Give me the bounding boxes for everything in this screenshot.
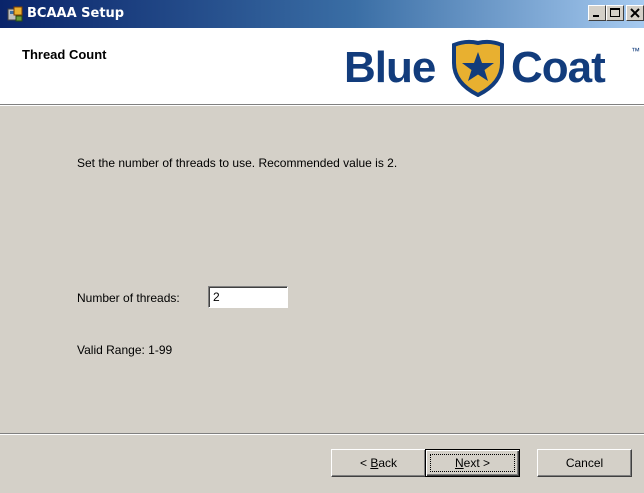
back-button-rest: ack — [378, 456, 398, 470]
close-button[interactable] — [626, 5, 644, 21]
trademark-symbol: ™ — [631, 46, 640, 56]
back-button[interactable]: < Back — [331, 449, 426, 477]
cancel-button[interactable]: Cancel — [537, 449, 632, 477]
page-title: Thread Count — [22, 47, 107, 62]
minimize-icon — [593, 15, 599, 17]
maximize-button[interactable] — [606, 5, 624, 21]
valid-range-text: Valid Range: 1-99 — [77, 343, 173, 357]
installer-icon — [7, 6, 23, 22]
minimize-button[interactable] — [588, 5, 606, 21]
instruction-text: Set the number of threads to use. Recomm… — [77, 156, 398, 170]
wizard-header: Thread Count Blue Coat ™ — [0, 28, 644, 104]
focus-ring — [430, 454, 515, 472]
logo-text-blue: Blue — [344, 43, 436, 92]
maximize-icon — [610, 8, 620, 17]
badge-star-icon — [452, 39, 504, 97]
close-icon — [630, 8, 640, 18]
footer-divider-highlight — [0, 434, 644, 435]
logo-text-coat: Coat — [511, 43, 606, 92]
bluecoat-logo: Blue Coat ™ — [340, 37, 644, 99]
title-bar[interactable]: BCAAA Setup — [0, 0, 644, 28]
window-title: BCAAA Setup — [27, 6, 125, 21]
next-button[interactable]: Next > — [425, 449, 520, 477]
threads-label: Number of threads: — [77, 291, 180, 305]
header-divider-highlight — [0, 105, 644, 106]
threads-input[interactable] — [208, 286, 288, 308]
back-button-prefix: < — [359, 456, 371, 470]
